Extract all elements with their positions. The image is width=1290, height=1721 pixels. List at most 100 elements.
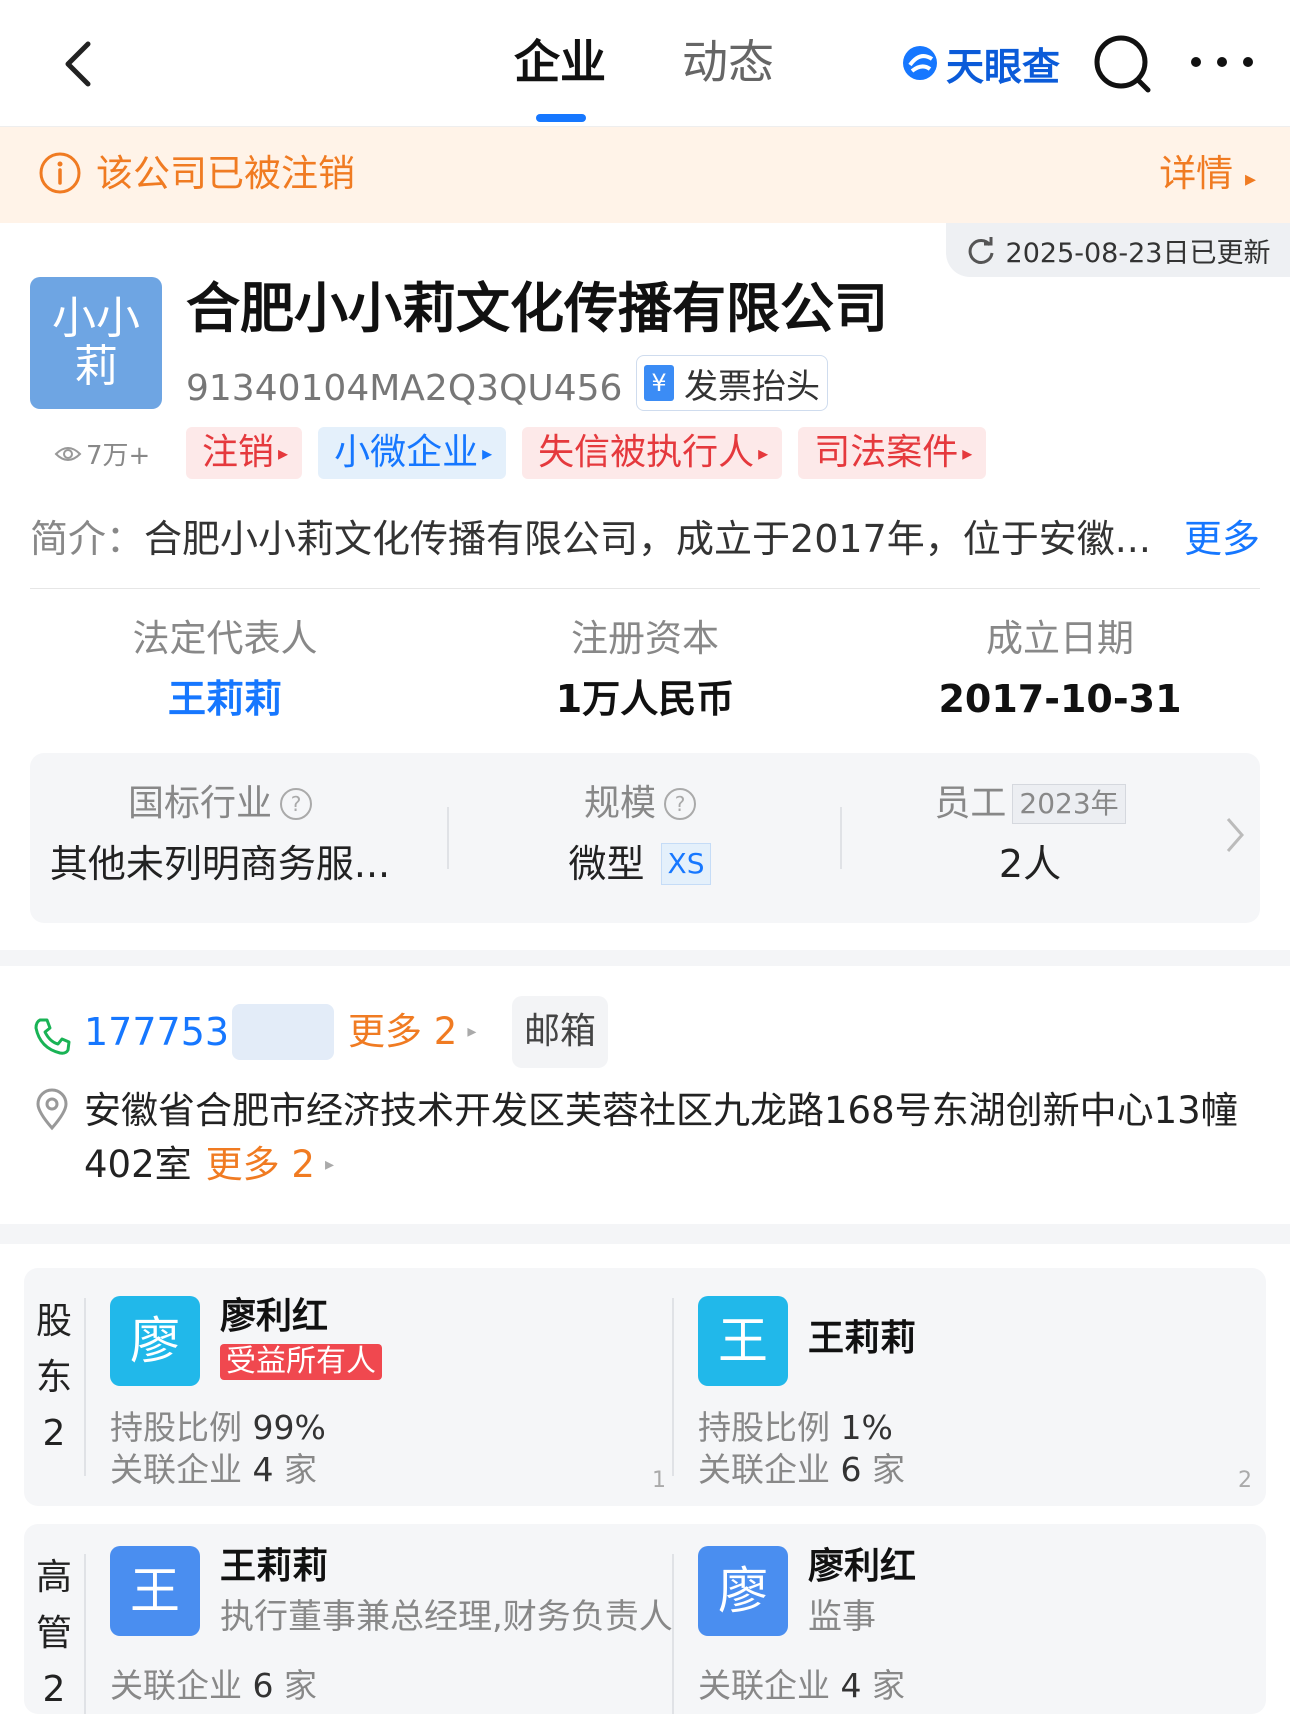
more-options-icon[interactable] [1186,44,1258,80]
divider [672,1554,674,1714]
executives-count: 2 [42,1669,66,1710]
phone-number[interactable]: 1777537 [84,1002,253,1062]
update-date: 2025-08-23日已更新 [1005,237,1271,269]
divider [84,1554,86,1714]
shareholder-name[interactable]: 王莉莉 [808,1314,916,1364]
intro-more-link[interactable]: 更多 [1184,507,1260,571]
related-companies: 关联企业 6 家 [698,1450,905,1490]
tag-judicial-case-label: 司法案件 [814,432,959,473]
scale-badge: XS [660,843,712,885]
staff-column: 员工 2023年 2人 [840,779,1220,899]
legal-representative: 法定代表人 王莉莉 [20,611,430,731]
email-button[interactable]: 邮箱 [512,996,608,1068]
tag-dishonest-debtor-label: 失信被执行人 [538,432,755,473]
tag-cancelled-label: 注销 [202,432,275,473]
tag-dishonest-debtor[interactable]: 失信被执行人 ▸ [522,427,783,479]
phone-number-hidden-mask [232,1004,334,1060]
founding-date-label: 成立日期 [986,617,1134,660]
phone-more-link[interactable]: 更多 2 ▸ [348,1002,476,1062]
top-bar: 企业 动态 天眼查 [0,0,1290,127]
tag-cancelled[interactable]: 注销 ▸ [186,427,303,479]
chevron-right-icon [1226,818,1244,852]
tag-small-micro[interactable]: 小微企业 ▸ [318,427,507,479]
help-icon[interactable]: ? [280,788,312,820]
search-icon[interactable] [1092,33,1154,95]
caret-right-icon: ▸ [278,441,289,465]
shareholder-card[interactable]: 王 王莉莉 持股比例 1% 关联企业 6 家 [698,1296,1258,1489]
divider [30,588,1260,589]
executive-name[interactable]: 廖利红 [808,1542,916,1592]
founding-date: 成立日期 2017-10-31 [855,611,1265,731]
executives-label[interactable]: 高 管 2 [24,1524,84,1718]
scale-value: 微型 [568,842,645,886]
cancelled-banner[interactable]: 该公司已被注销 详情 ▸ [0,127,1290,223]
address[interactable]: 安徽省合肥市经济技术开发区芙蓉社区九龙路168号东湖创新中心13幢402室 更多 … [84,1084,1264,1192]
update-status[interactable]: 2025-08-23日已更新 [946,223,1290,277]
active-tab-indicator [536,114,586,122]
beneficial-owner-badge: 受益所有人 [220,1344,382,1380]
back-arrow-icon[interactable] [52,34,112,94]
related-companies-unit: 家 [872,1450,905,1489]
brand-logo: 天眼查 [900,38,1060,89]
credit-code[interactable]: 91340104MA2Q3QU456 [186,359,622,419]
holding-ratio: 持股比例 99% [110,1408,326,1448]
location-pin-icon [36,1088,68,1131]
company-intro: 简介：合肥小小莉文化传播有限公司，成立于2017年，位于安徽... 更多 [30,507,1260,571]
phone-icon [34,1018,71,1055]
divider [84,1298,86,1476]
caret-right-icon: ▸ [467,1021,477,1042]
info-icon [39,152,81,194]
shareholder-name[interactable]: 廖利红 [220,1292,328,1342]
avatar: 王 [698,1296,788,1386]
banner-detail-label: 详情 [1159,152,1234,195]
founding-date-value: 2017-10-31 [938,677,1182,721]
staff-label: 员工 [934,783,1007,824]
caret-right-icon: ▸ [758,441,769,465]
related-companies-count: 4 [252,1450,274,1489]
company-detail-page: 企业 动态 天眼查 该公司已被注销 详情 ▸ 2025-08-23日已更新 小小… [0,0,1290,1721]
shareholders-count: 2 [42,1413,66,1454]
shareholders-label-char-1: 股 [35,1301,72,1342]
shareholders-label[interactable]: 股 东 2 [24,1268,84,1462]
caret-right-icon: ▸ [962,441,973,465]
avatar: 廖 [110,1296,200,1386]
tag-small-micro-label: 小微企业 [334,432,479,473]
avatar: 王 [110,1546,200,1636]
refresh-icon [968,237,994,264]
legal-representative-name[interactable]: 王莉莉 [20,667,430,731]
brand-mark-icon [903,46,937,80]
address-more-link[interactable]: 更多 2 ▸ [206,1138,334,1192]
banner-detail-link[interactable]: 详情 ▸ [1159,147,1256,207]
executive-card[interactable]: 王 王莉莉 执行董事兼总经理,财务负责人 关联企业 6 家 [110,1546,673,1706]
invoice-title-label: 发票抬头 [684,366,820,407]
executive-card[interactable]: 廖 廖利红 监事 关联企业 4 家 [698,1546,1258,1706]
industry-scale-staff-panel[interactable]: 国标行业? 其他未列明商务服... 规模? 微型 XS 员工 2023年 2人 [30,753,1260,923]
holding-ratio: 持股比例 1% [698,1408,893,1448]
scale-value-row: 微型 XS [450,829,830,899]
tab-dynamics[interactable]: 动态 [682,32,774,92]
related-companies-label: 关联企业 [110,1450,242,1489]
people-section: 股 东 2 廖 廖利红 受益所有人 持股比例 99% 关联企业 4 家 1 王 … [0,1244,1290,1721]
scale-label: 规模 [583,783,656,824]
company-logo: 小小 莉 [30,277,162,409]
shareholder-card[interactable]: 廖 廖利红 受益所有人 持股比例 99% 关联企业 4 家 [110,1296,670,1489]
executive-name[interactable]: 王莉莉 [220,1542,328,1592]
shareholders-panel: 股 东 2 廖 廖利红 受益所有人 持股比例 99% 关联企业 4 家 1 王 … [24,1268,1266,1506]
related-companies-count: 6 [840,1450,862,1489]
help-icon[interactable]: ? [664,788,696,820]
holding-ratio-label: 持股比例 [698,1408,830,1447]
executive-role: 监事 [808,1597,876,1637]
related-companies-count: 6 [252,1666,274,1705]
caret-right-icon: ▸ [482,441,493,465]
company-summary-card: 2025-08-23日已更新 小小 莉 7万+ 合肥小小莉文化传播有限公司 91… [0,223,1290,950]
tab-company[interactable]: 企业 [514,32,606,92]
view-count-value: 7万+ [86,441,151,471]
invoice-title-button[interactable]: ¥ 发票抬头 [636,355,828,411]
tag-judicial-case[interactable]: 司法案件 ▸ [798,427,987,479]
executives-panel: 高 管 2 王 王莉莉 执行董事兼总经理,财务负责人 关联企业 6 家 廖 廖利… [24,1524,1266,1714]
card-index: 2 [1238,1468,1252,1493]
related-companies-unit: 家 [284,1666,317,1705]
company-logo-line-2: 莉 [74,341,118,392]
scale-column: 规模? 微型 XS [450,779,830,899]
industry-label-row: 国标行业? [30,779,410,829]
